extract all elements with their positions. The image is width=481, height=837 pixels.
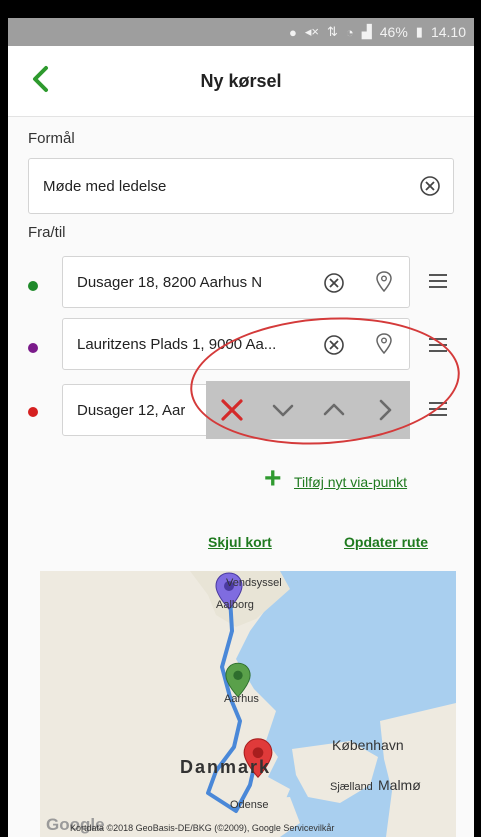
clock: 14.10 bbox=[430, 24, 466, 40]
mute-icon: ◂× bbox=[304, 24, 319, 39]
map-label-aarhus: Aarhus bbox=[224, 693, 259, 705]
map-label-sjaelland: Sjælland bbox=[330, 781, 373, 793]
location-pin-icon[interactable] bbox=[375, 270, 393, 294]
clear-icon[interactable] bbox=[419, 175, 441, 197]
signal-icon: ▟ bbox=[361, 24, 372, 39]
add-via-point-link[interactable]: Tilføj nyt via-punkt bbox=[294, 474, 407, 490]
map-label-odense: Odense bbox=[230, 799, 269, 811]
stop-field-1[interactable]: Dusager 18, 8200 Aarhus N bbox=[62, 256, 410, 308]
purpose-label: Formål bbox=[28, 130, 75, 147]
map-label-kobenhavn: København bbox=[332, 737, 404, 753]
stop-marker-red bbox=[28, 407, 38, 417]
stop-marker-purple bbox=[28, 343, 38, 353]
map-label-vendsyssel: Vendsyssel bbox=[226, 577, 282, 589]
stop-address-1: Dusager 18, 8200 Aarhus N bbox=[77, 273, 263, 291]
stop-marker-green bbox=[28, 281, 38, 291]
stop-address-3: Dusager 12, Aar bbox=[77, 401, 186, 419]
map-label-aalborg: Aalborg bbox=[216, 599, 254, 611]
route-label: Fra/til bbox=[28, 224, 66, 241]
map-credits[interactable]: Kortdata ©2018 GeoBasis-DE/BKG (©2009), … bbox=[70, 823, 334, 833]
location-icon: ● bbox=[289, 24, 297, 40]
wifi-icon: ◔ bbox=[345, 24, 354, 40]
reorder-handle-icon[interactable] bbox=[429, 274, 447, 292]
app-bar: Ny kørsel bbox=[8, 46, 474, 117]
network-icon: ⇅ bbox=[327, 24, 338, 39]
page-title: Ny kørsel bbox=[200, 70, 282, 91]
phone-screen: ● ◂× ⇅ ◔ ▟ 46% ▮ 14.10 Ny kørsel Formål … bbox=[8, 18, 474, 837]
map-label-danmark: Danmark bbox=[180, 757, 272, 777]
back-arrow-icon[interactable] bbox=[26, 64, 56, 94]
battery-icon: ▮ bbox=[415, 24, 423, 39]
map-label-malmo: Malmø bbox=[378, 777, 421, 793]
battery-percent: 46% bbox=[379, 24, 408, 40]
purpose-field[interactable]: Møde med ledelse bbox=[28, 158, 454, 214]
update-route-link[interactable]: Opdater rute bbox=[344, 534, 428, 550]
hide-map-link[interactable]: Skjul kort bbox=[208, 534, 272, 550]
route-map[interactable]: Vendsyssel Aalborg Aarhus København Danm… bbox=[40, 571, 456, 837]
status-bar: ● ◂× ⇅ ◔ ▟ 46% ▮ 14.10 bbox=[8, 18, 474, 46]
purpose-value: Møde med ledelse bbox=[43, 177, 167, 195]
clear-icon[interactable] bbox=[323, 272, 345, 294]
plus-icon[interactable]: + bbox=[264, 462, 282, 496]
